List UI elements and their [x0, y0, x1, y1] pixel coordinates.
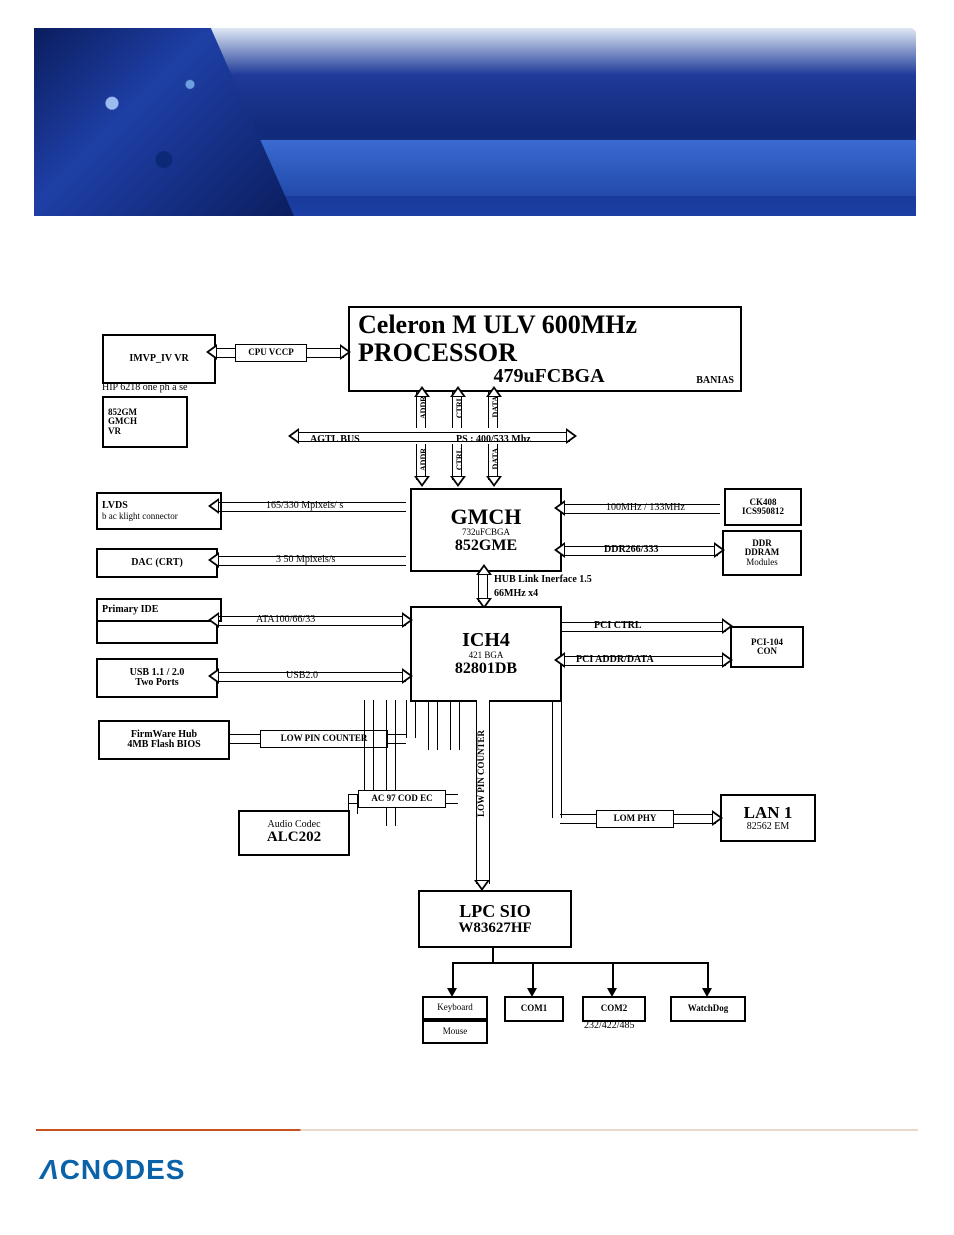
imvp-l2: HIP 6218 one ph a se [102, 382, 187, 393]
ide-empty-block [96, 620, 218, 644]
arrow-icon [402, 612, 413, 628]
lom-label-box: LOM PHY [596, 810, 674, 828]
cpu-vccp-label: CPU VCCP [235, 344, 307, 362]
processor-line2: PROCESSOR [358, 339, 517, 366]
arrow-icon [340, 344, 351, 360]
arrow-icon [208, 612, 219, 628]
ddr-block: DDR DDRAM Modules [722, 530, 802, 576]
arrow-icon [450, 476, 466, 487]
pci-addr-label: PCI ADDR/DATA [576, 654, 654, 665]
arrow-icon [208, 552, 219, 568]
arrow-icon [476, 564, 492, 575]
ck408-block: CK408 ICS950812 [724, 488, 802, 526]
fwh-block: FirmWare Hub 4MB Flash BIOS [98, 720, 230, 760]
lpc-vertical-channel: LOW PIN COUNTER [476, 700, 490, 884]
hub-link-l2: 66MHz x4 [494, 588, 538, 599]
arrow-icon [722, 618, 733, 634]
fsb-left: AGTL BUS [310, 434, 360, 445]
pci104-block: PCI-104 CON [730, 626, 804, 668]
lvds-rate: 165/330 Mpixels/ s [266, 500, 343, 511]
arrow-icon [714, 542, 725, 558]
lpc-sio-block: LPC SIO W83627HF [418, 890, 572, 948]
lvds-block: LVDS b ac klight connector [96, 492, 222, 530]
audio-block: Audio Codec ALC202 [238, 810, 350, 856]
processor-line3: 479uFCBGA [493, 366, 604, 387]
ddr-label: DDR266/333 [604, 544, 658, 555]
gmch-vr-block: 852GM GMCH VR [102, 396, 188, 448]
block-diagram: Celeron M ULV 600MHz PROCESSOR 479uFCBGA… [96, 300, 858, 1070]
arrow-icon [402, 668, 413, 684]
arrow-icon [712, 810, 723, 826]
usb-label: USB2.0 [286, 670, 318, 681]
watchdog-box: WatchDog [670, 996, 746, 1022]
lan-block: LAN 1 82562 EM [720, 794, 816, 842]
com2b-label: 232/422/485 [584, 1020, 635, 1031]
arrow-icon [554, 652, 565, 668]
com1-box: COM1 [504, 996, 564, 1022]
arrow-icon [486, 476, 502, 487]
imvp-l1: IMVP_IV VR [129, 354, 188, 365]
arrow-icon [208, 668, 219, 684]
processor-line1: Celeron M ULV 600MHz [358, 311, 637, 338]
arrow-icon [554, 542, 565, 558]
hub-link-l1: HUB Link Inerface 1.5 [494, 574, 592, 585]
arrow-icon [288, 428, 299, 444]
brand-logo: ΛCNODES [40, 1154, 185, 1186]
dac-rate: 3 50 Mpixels/s [276, 554, 335, 565]
ata-label: ATA100/66/33 [256, 614, 315, 625]
primary-ide-block: Primary IDE [96, 598, 222, 622]
arrow-icon [208, 498, 219, 514]
arrow-icon [414, 476, 430, 487]
ac97-label-box: AC 97 COD EC [358, 790, 446, 808]
footer-rule [36, 1129, 918, 1131]
pci-ctrl-label: PCI CTRL [594, 620, 642, 631]
dac-block: DAC (CRT) [96, 548, 218, 578]
processor-block: Celeron M ULV 600MHz PROCESSOR 479uFCBGA… [348, 306, 742, 392]
arrow-icon [722, 652, 733, 668]
usb-block: USB 1.1 / 2.0 Two Ports [96, 658, 218, 698]
clock-rate: 100MHz / 133MHz [606, 502, 685, 513]
arrow-icon [554, 500, 565, 516]
com2-box: COM2 [582, 996, 646, 1022]
arrow-icon [206, 344, 217, 360]
arrow-icon [566, 428, 577, 444]
processor-sidenote: BANIAS [696, 375, 734, 386]
ich4-block: ICH4 421 BGA 82801DB [410, 606, 562, 702]
imvp-block: IMVP_IV VR [102, 334, 216, 384]
pci-ctrl-bus [560, 622, 726, 632]
mouse-box: Mouse [422, 1020, 488, 1044]
gmch-block: GMCH 732uFCBGA 852GME [410, 488, 562, 572]
keyboard-box: Keyboard [422, 996, 488, 1020]
